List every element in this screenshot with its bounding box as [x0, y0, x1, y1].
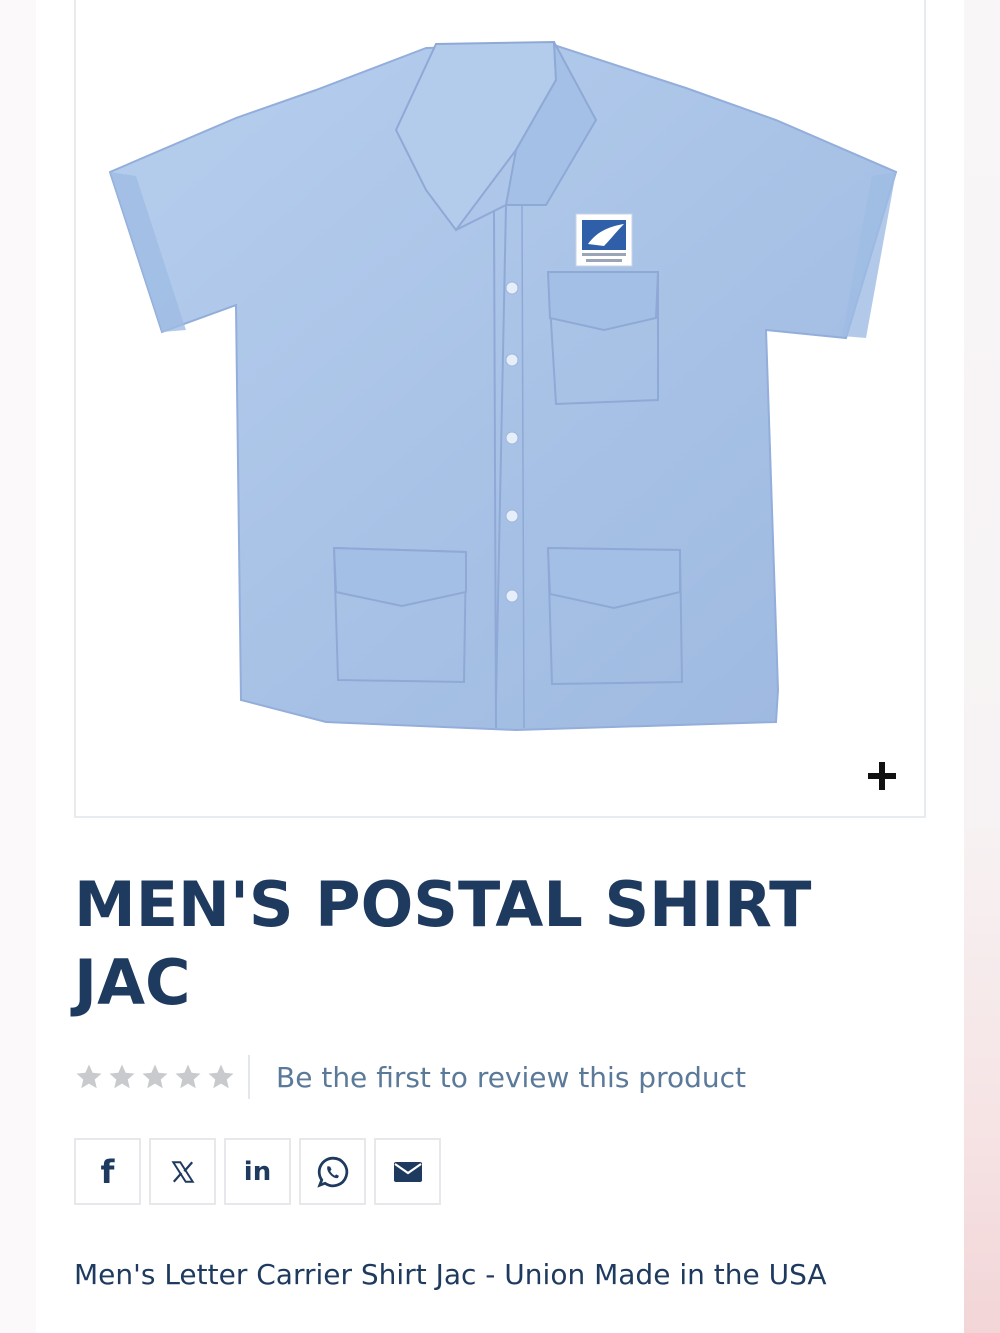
star-icon — [76, 1064, 102, 1089]
write-review-link[interactable]: Be the first to review this product — [276, 1061, 746, 1094]
share-email-button[interactable] — [374, 1138, 441, 1205]
star-icon — [109, 1064, 135, 1089]
product-title: MEN'S POSTAL SHIRT JAC — [74, 868, 812, 1019]
x-icon — [170, 1160, 195, 1183]
product-short-description: Men's Letter Carrier Shirt Jac - Union M… — [74, 1258, 827, 1291]
linkedin-icon: in — [243, 1156, 272, 1187]
star-icon — [142, 1064, 168, 1089]
page-edge — [964, 0, 1000, 1333]
star-icon — [208, 1064, 234, 1089]
star-icon — [175, 1064, 201, 1089]
plus-icon — [868, 762, 896, 790]
whatsapp-icon — [316, 1156, 348, 1188]
rating-divider — [248, 1055, 250, 1099]
envelope-icon — [393, 1161, 422, 1182]
share-linkedin-button[interactable]: in — [224, 1138, 291, 1205]
rating-stars — [74, 1062, 248, 1092]
facebook-icon: f — [100, 1152, 115, 1191]
share-buttons: f in — [74, 1138, 441, 1205]
product-image[interactable] — [76, 0, 926, 818]
rating-row: Be the first to review this product — [74, 1054, 746, 1100]
product-image-frame[interactable] — [74, 0, 926, 818]
share-whatsapp-button[interactable] — [299, 1138, 366, 1205]
share-x-button[interactable] — [149, 1138, 216, 1205]
zoom-button[interactable] — [862, 756, 902, 796]
share-facebook-button[interactable]: f — [74, 1138, 141, 1205]
